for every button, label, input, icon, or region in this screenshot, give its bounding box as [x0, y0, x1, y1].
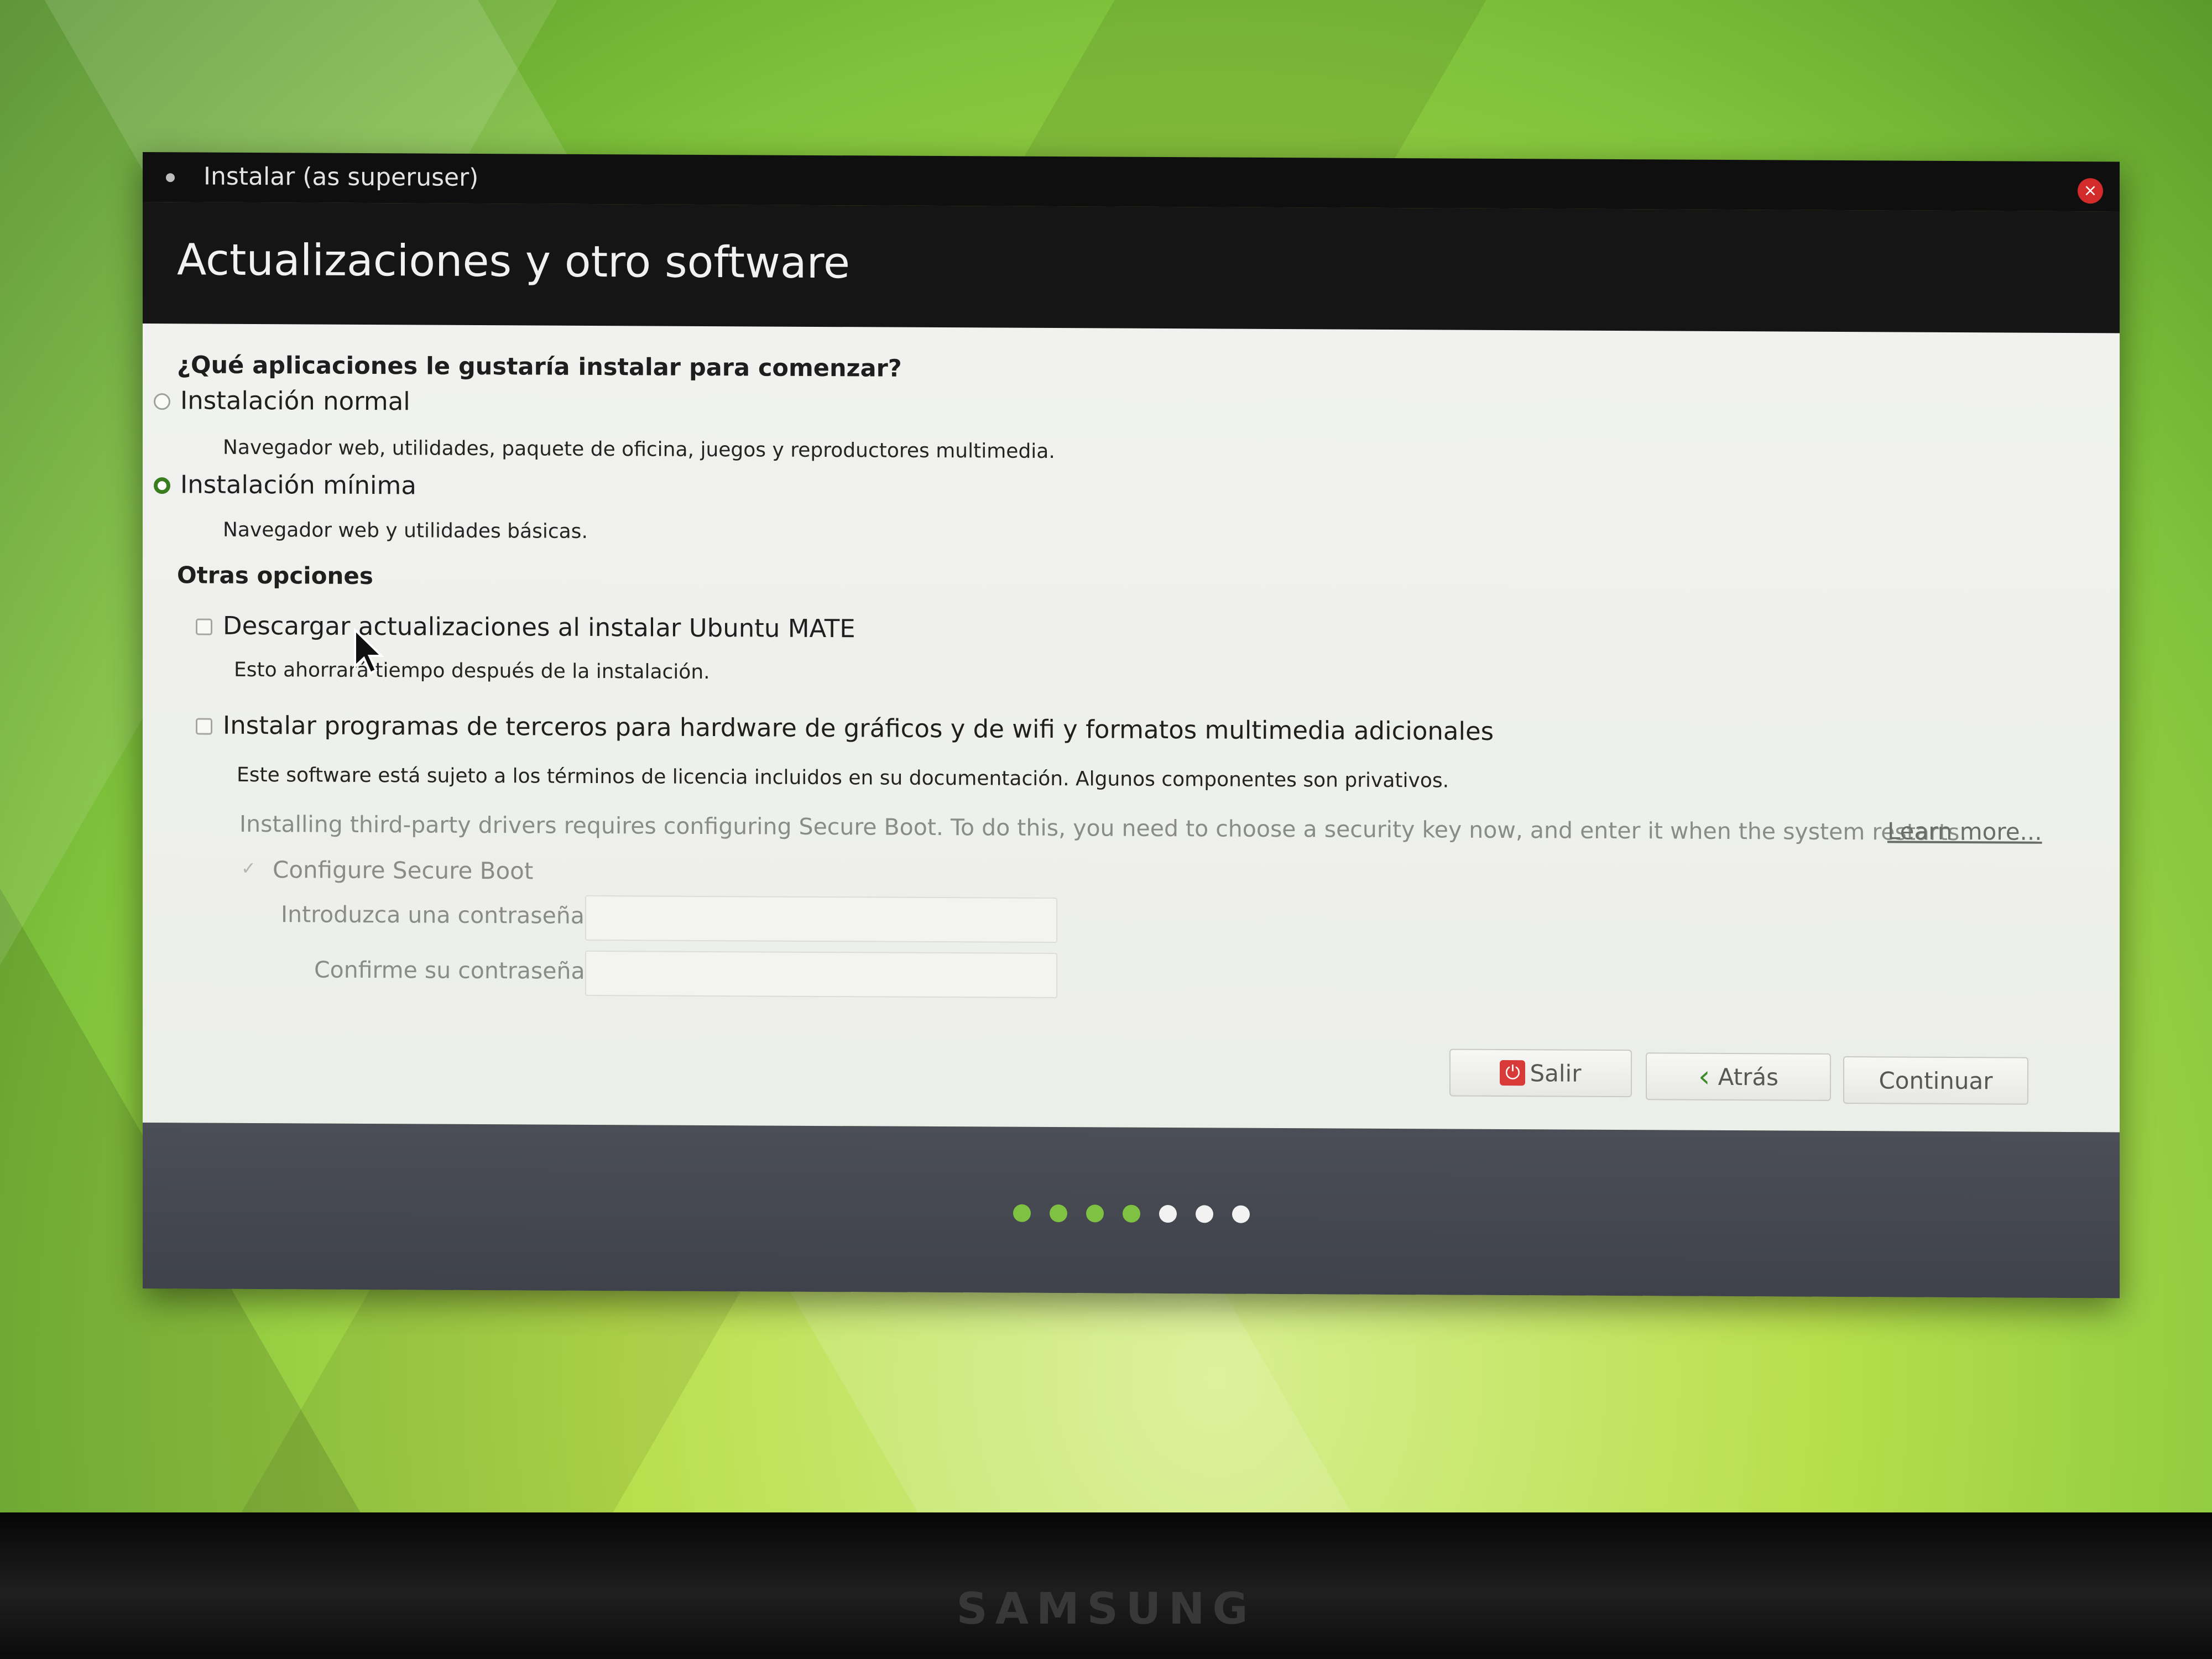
download-updates-label[interactable]: Descargar actualizaciones al instalar Ub…: [223, 611, 855, 644]
close-icon[interactable]: ×: [2078, 178, 2103, 204]
window-title: Instalar (as superuser): [204, 162, 479, 192]
radio-minimal-install[interactable]: [154, 477, 170, 494]
password-label: Introduzca una contraseña:: [281, 901, 592, 929]
minimal-install-label[interactable]: Instalación mínima: [180, 469, 416, 500]
password-field[interactable]: [585, 895, 1057, 943]
other-options-heading: Otras opciones: [177, 561, 373, 590]
quit-button-label: Salir: [1530, 1059, 1582, 1087]
installer-window: Instalar (as superuser) × Actualizacione…: [143, 152, 2120, 1298]
third-party-description: Este software está sujeto a los términos…: [237, 763, 1449, 792]
configure-secure-boot-check-icon[interactable]: ✓: [241, 858, 256, 879]
step-dot: [1049, 1204, 1067, 1223]
page-header: Actualizaciones y otro software: [143, 202, 2120, 336]
power-icon: ⏻: [1500, 1060, 1526, 1086]
step-dot: [1122, 1204, 1140, 1223]
confirm-password-field[interactable]: [585, 950, 1057, 999]
mouse-pointer-icon: [354, 628, 384, 675]
step-dot: [1086, 1204, 1104, 1223]
step-dot: [1013, 1204, 1031, 1222]
step-dot: [1232, 1205, 1250, 1223]
monitor-brand-logo: SAMSUNG: [956, 1584, 1256, 1634]
window-menu-icon[interactable]: [166, 173, 175, 182]
window-titlebar[interactable]: Instalar (as superuser) ×: [143, 152, 2120, 212]
install-type-question: ¿Qué aplicaciones le gustaría instalar p…: [177, 351, 902, 383]
secure-boot-notice: Installing third-party drivers requires …: [239, 810, 1967, 846]
configure-secure-boot-label[interactable]: Configure Secure Boot: [273, 856, 533, 884]
back-button[interactable]: ‹ Atrás: [1646, 1052, 1831, 1101]
step-dot: [1195, 1205, 1213, 1223]
progress-footer: [143, 1123, 2120, 1298]
learn-more-link[interactable]: Learn more...: [1887, 817, 2042, 845]
confirm-password-label: Confirme su contraseña:: [314, 956, 593, 984]
step-dot: [1159, 1204, 1177, 1223]
radio-normal-install[interactable]: [154, 393, 170, 410]
checkbox-third-party[interactable]: [196, 718, 212, 735]
continue-button-label: Continuar: [1879, 1066, 1993, 1094]
normal-install-label[interactable]: Instalación normal: [180, 385, 410, 416]
minimal-install-description: Navegador web y utilidades básicas.: [223, 518, 588, 543]
step-progress-indicator: [143, 1200, 2120, 1227]
back-button-label: Atrás: [1718, 1063, 1778, 1091]
page-title: Actualizaciones y otro software: [177, 235, 850, 289]
download-updates-description: Esto ahorrará tiempo después de la insta…: [234, 658, 710, 684]
checkbox-download-updates[interactable]: [196, 618, 212, 635]
continue-button[interactable]: Continuar: [1843, 1056, 2028, 1105]
quit-button[interactable]: ⏻ Salir: [1449, 1048, 1632, 1098]
chevron-left-icon: ‹: [1698, 1058, 1710, 1094]
normal-install-description: Navegador web, utilidades, paquete de of…: [223, 436, 1055, 463]
page-content: ¿Qué aplicaciones le gustaría instalar p…: [143, 324, 2120, 1133]
third-party-label[interactable]: Instalar programas de terceros para hard…: [223, 711, 1494, 746]
